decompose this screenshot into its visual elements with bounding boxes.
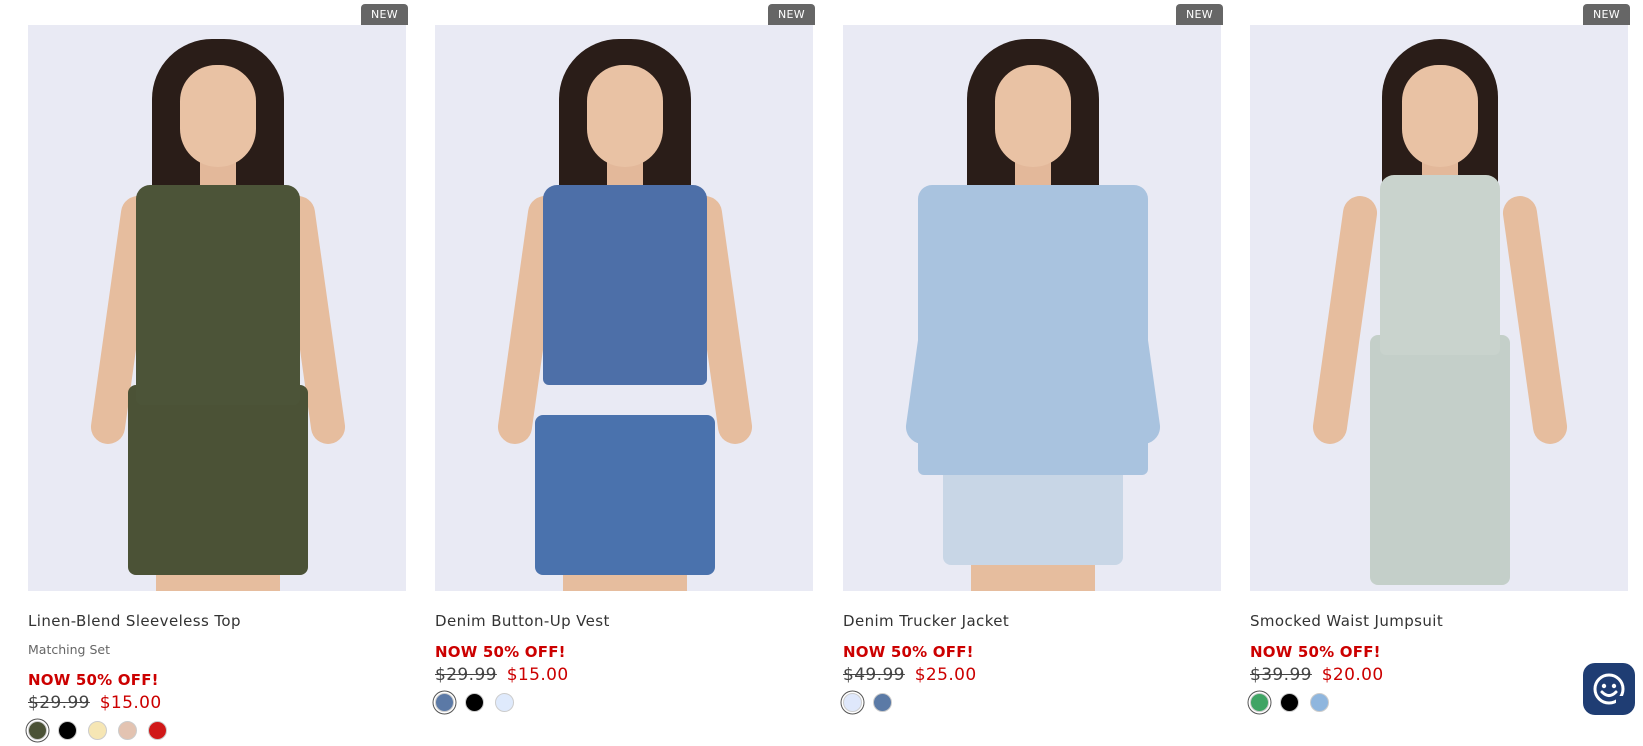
new-badge: NEW: [768, 4, 815, 25]
original-price: $29.99: [435, 665, 497, 685]
color-swatch[interactable]: [873, 693, 892, 712]
promo-text: NOW 50% OFF!: [435, 643, 566, 661]
product-name[interactable]: Smocked Waist Jumpsuit: [1250, 612, 1443, 630]
promo-text: NOW 50% OFF!: [28, 671, 159, 689]
product-image[interactable]: [28, 25, 406, 591]
color-swatch[interactable]: [1280, 693, 1299, 712]
product-name[interactable]: Denim Button-Up Vest: [435, 612, 610, 630]
color-swatch[interactable]: [58, 721, 77, 740]
product-card[interactable]: NEW Smocked Waist Jumpsuit NOW 50% OFF! …: [1250, 0, 1630, 746]
product-image[interactable]: [843, 25, 1221, 591]
color-swatches: [28, 721, 167, 740]
product-subtitle: Matching Set: [28, 642, 110, 657]
model-figure: [1250, 25, 1628, 591]
sale-price: $25.00: [914, 665, 977, 685]
new-badge: NEW: [1583, 4, 1630, 25]
color-swatch[interactable]: [1310, 693, 1329, 712]
sale-price: $15.00: [506, 665, 569, 685]
color-swatches: [843, 693, 892, 712]
product-name[interactable]: Denim Trucker Jacket: [843, 612, 1009, 630]
product-card[interactable]: NEW Denim Button-Up Vest NOW 50% OFF! $2…: [435, 0, 815, 746]
original-price: $49.99: [843, 665, 905, 685]
new-badge: NEW: [361, 4, 408, 25]
color-swatches: [435, 693, 514, 712]
color-swatch[interactable]: [465, 693, 484, 712]
color-swatch[interactable]: [88, 721, 107, 740]
model-figure: [843, 25, 1221, 591]
product-card[interactable]: NEW Denim Trucker Jacket NOW 50% OFF! $4…: [843, 0, 1223, 746]
promo-text: NOW 50% OFF!: [843, 643, 974, 661]
color-swatch[interactable]: [118, 721, 137, 740]
color-swatch[interactable]: [495, 693, 514, 712]
price-row: $39.99 $20.00: [1250, 665, 1384, 685]
product-card[interactable]: NEW Linen-Blend Sleeveless Top Matching …: [28, 0, 408, 746]
original-price: $39.99: [1250, 665, 1312, 685]
promo-text: NOW 50% OFF!: [1250, 643, 1381, 661]
sale-price: $15.00: [99, 693, 162, 713]
product-grid: NEW Linen-Blend Sleeveless Top Matching …: [0, 0, 1643, 746]
product-image[interactable]: [435, 25, 813, 591]
color-swatch[interactable]: [28, 721, 47, 740]
price-row: $29.99 $15.00: [28, 693, 162, 713]
price-row: $29.99 $15.00: [435, 665, 569, 685]
price-row: $49.99 $25.00: [843, 665, 977, 685]
color-swatch[interactable]: [435, 693, 454, 712]
original-price: $29.99: [28, 693, 90, 713]
model-figure: [435, 25, 813, 591]
new-badge: NEW: [1176, 4, 1223, 25]
product-name[interactable]: Linen-Blend Sleeveless Top: [28, 612, 241, 630]
product-image[interactable]: [1250, 25, 1628, 591]
smiley-chat-icon: [1593, 673, 1625, 705]
color-swatch[interactable]: [1250, 693, 1269, 712]
color-swatch[interactable]: [843, 693, 862, 712]
color-swatches: [1250, 693, 1329, 712]
chat-button[interactable]: [1583, 663, 1635, 715]
sale-price: $20.00: [1321, 665, 1384, 685]
color-swatch[interactable]: [148, 721, 167, 740]
model-figure: [28, 25, 406, 591]
